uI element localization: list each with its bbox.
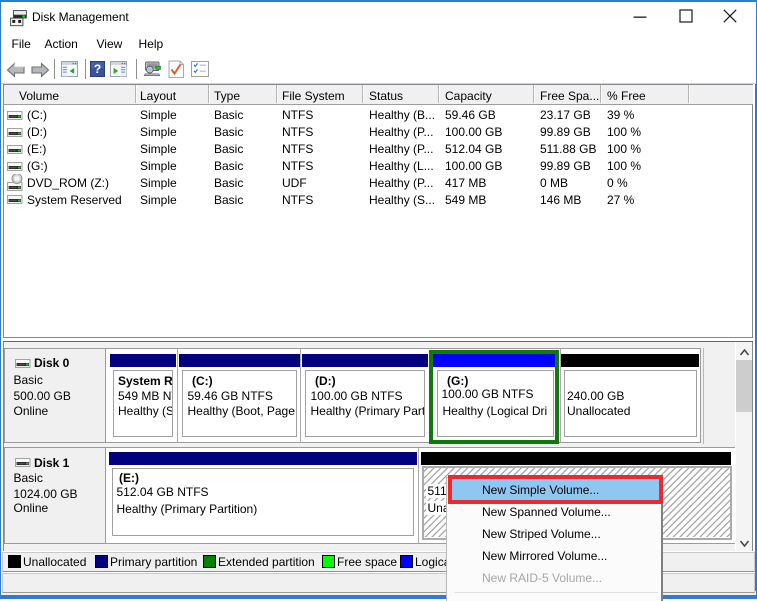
svg-text:?: ? [94, 62, 101, 76]
